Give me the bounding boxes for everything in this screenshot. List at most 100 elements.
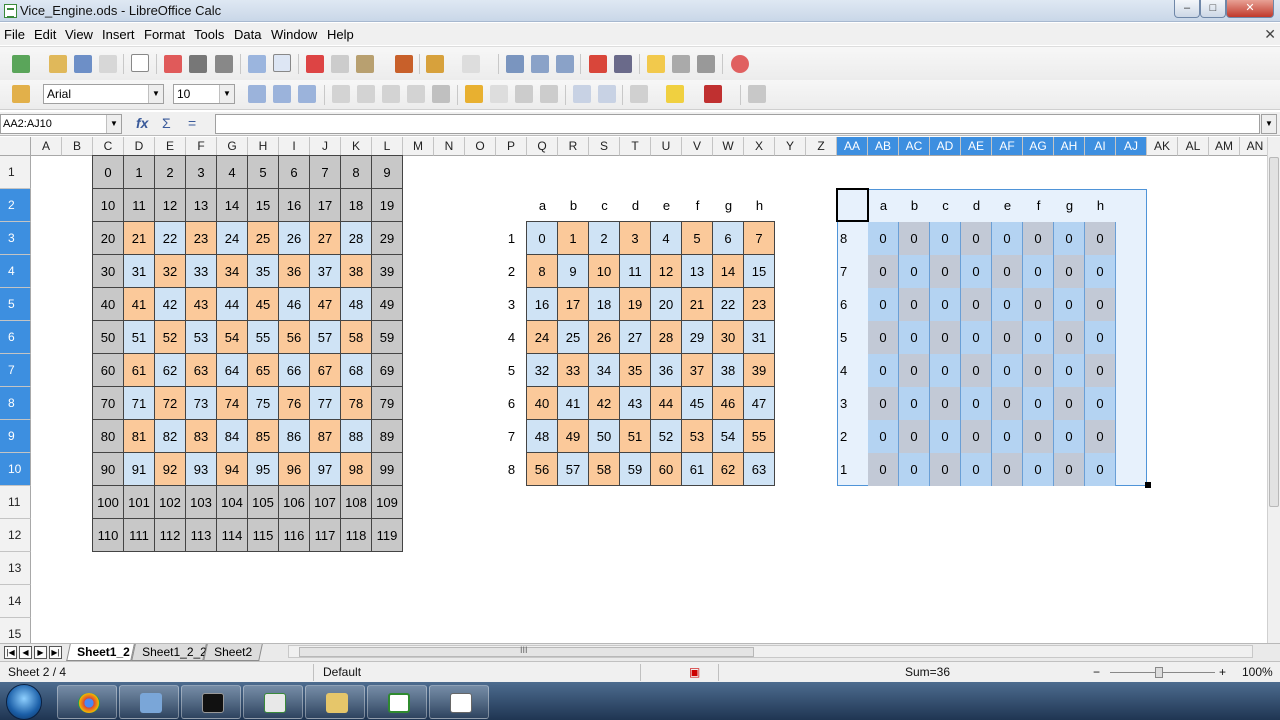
board64-cell[interactable]: 18 — [589, 288, 620, 321]
mailbox-cell[interactable]: 17 — [310, 189, 341, 222]
prev-sheet-icon[interactable]: ◀ — [19, 646, 32, 659]
mailbox-cell[interactable]: 86 — [279, 420, 310, 453]
mailbox-cell[interactable]: 30 — [93, 255, 124, 288]
rank-label[interactable]: 4 — [837, 354, 868, 387]
rank-label[interactable]: 3 — [837, 387, 868, 420]
mailbox-cell[interactable]: 68 — [341, 354, 372, 387]
board-state-cell[interactable]: 0 — [961, 321, 992, 354]
chevron-down-icon[interactable]: ▼ — [148, 85, 163, 103]
board-state-cell[interactable]: 0 — [930, 453, 961, 486]
autospellcheck-icon[interactable] — [273, 54, 291, 72]
vertical-scrollbar[interactable] — [1267, 137, 1280, 643]
board-state-cell[interactable]: 0 — [961, 255, 992, 288]
board64-cell[interactable]: 29 — [682, 321, 713, 354]
board64-cell[interactable]: 4 — [651, 222, 682, 255]
board-state-cell[interactable]: 0 — [992, 222, 1023, 255]
mailbox-cell[interactable]: 42 — [155, 288, 186, 321]
board64-cell[interactable]: 12 — [651, 255, 682, 288]
board64-cell[interactable]: 27 — [620, 321, 651, 354]
mailbox-cell[interactable]: 19 — [372, 189, 403, 222]
mailbox-cell[interactable]: 48 — [341, 288, 372, 321]
selection-sum[interactable]: Sum=36 — [905, 665, 950, 679]
column-header-am[interactable]: AM — [1209, 137, 1240, 156]
underline-icon[interactable] — [298, 85, 316, 103]
file-label[interactable]: b — [899, 189, 930, 222]
mailbox-cell[interactable]: 105 — [248, 486, 279, 519]
board64-cell[interactable]: 37 — [682, 354, 713, 387]
paste-icon[interactable] — [356, 55, 374, 73]
cut-icon[interactable] — [306, 55, 324, 73]
last-sheet-icon[interactable]: ▶| — [49, 646, 62, 659]
board64-cell[interactable]: 8 — [527, 255, 558, 288]
board-state-cell[interactable]: 0 — [1023, 453, 1054, 486]
page-style[interactable]: Default — [323, 665, 361, 679]
mailbox-cell[interactable]: 77 — [310, 387, 341, 420]
row-header-3[interactable]: 3 — [0, 222, 31, 255]
mailbox-cell[interactable]: 6 — [279, 156, 310, 189]
mailbox-cell[interactable]: 110 — [93, 519, 124, 552]
board-state-cell[interactable]: 0 — [868, 387, 899, 420]
column-header-r[interactable]: R — [558, 137, 589, 156]
mailbox-cell[interactable]: 101 — [124, 486, 155, 519]
mailbox-cell[interactable]: 89 — [372, 420, 403, 453]
column-header-y[interactable]: Y — [775, 137, 806, 156]
menu-window[interactable]: Window — [271, 27, 317, 42]
column-header-h[interactable]: H — [248, 137, 279, 156]
font-name-combo[interactable]: Arial ▼ — [43, 84, 164, 104]
column-header-f[interactable]: F — [186, 137, 217, 156]
print-preview-icon[interactable] — [215, 55, 233, 73]
board-state-cell[interactable]: 0 — [1023, 288, 1054, 321]
mailbox-cell[interactable]: 24 — [217, 222, 248, 255]
board-state-cell[interactable]: 0 — [868, 255, 899, 288]
hyperlink-icon[interactable] — [506, 55, 524, 73]
board-state-cell[interactable]: 0 — [899, 420, 930, 453]
redo-icon[interactable] — [462, 55, 480, 73]
mailbox-cell[interactable]: 80 — [93, 420, 124, 453]
export-pdf-icon[interactable] — [164, 55, 182, 73]
board-state-cell[interactable]: 0 — [992, 354, 1023, 387]
board-state-cell[interactable]: 0 — [1023, 255, 1054, 288]
board-state-cell[interactable]: 0 — [868, 354, 899, 387]
mailbox-cell[interactable]: 115 — [248, 519, 279, 552]
file-label[interactable]: a — [527, 189, 558, 222]
board64-cell[interactable]: 43 — [620, 387, 651, 420]
board64-cell[interactable]: 47 — [744, 387, 775, 420]
mailbox-cell[interactable]: 108 — [341, 486, 372, 519]
column-header-ab[interactable]: AB — [868, 137, 899, 156]
mailbox-cell[interactable]: 102 — [155, 486, 186, 519]
mailbox-cell[interactable]: 38 — [341, 255, 372, 288]
board-state-cell[interactable]: 0 — [961, 222, 992, 255]
column-header-q[interactable]: Q — [527, 137, 558, 156]
column-header-i[interactable]: I — [279, 137, 310, 156]
row-header-13[interactable]: 13 — [0, 552, 31, 585]
rank-label[interactable]: 2 — [837, 420, 868, 453]
mailbox-cell[interactable]: 72 — [155, 387, 186, 420]
board-state-cell[interactable]: 0 — [1023, 387, 1054, 420]
row-header-5[interactable]: 5 — [0, 288, 31, 321]
board64-cell[interactable]: 21 — [682, 288, 713, 321]
board64-cell[interactable]: 19 — [620, 288, 651, 321]
mailbox-cell[interactable]: 45 — [248, 288, 279, 321]
row-header-15[interactable]: 15 — [0, 618, 31, 643]
spreadsheet-task[interactable] — [367, 685, 427, 719]
file-label[interactable]: e — [992, 189, 1023, 222]
board64-cell[interactable]: 63 — [744, 453, 775, 486]
board-state-cell[interactable]: 0 — [868, 420, 899, 453]
vertical-scroll-thumb[interactable] — [1269, 157, 1279, 507]
mailbox-cell[interactable]: 20 — [93, 222, 124, 255]
name-box[interactable]: AA2:AJ10 ▼ — [0, 114, 122, 134]
rank-label[interactable]: 1 — [837, 453, 868, 486]
board-state-cell[interactable]: 0 — [1085, 222, 1116, 255]
file-label[interactable]: g — [1054, 189, 1085, 222]
percent-icon[interactable] — [490, 85, 508, 103]
mailbox-cell[interactable]: 97 — [310, 453, 341, 486]
rank-label[interactable]: 8 — [837, 222, 868, 255]
board64-cell[interactable]: 1 — [558, 222, 589, 255]
board-state-cell[interactable]: 0 — [899, 453, 930, 486]
rank-label[interactable]: 3 — [496, 288, 527, 321]
menu-help[interactable]: Help — [327, 27, 354, 42]
file-label[interactable]: h — [1085, 189, 1116, 222]
board64-cell[interactable]: 54 — [713, 420, 744, 453]
board64-cell[interactable]: 15 — [744, 255, 775, 288]
board64-cell[interactable]: 36 — [651, 354, 682, 387]
